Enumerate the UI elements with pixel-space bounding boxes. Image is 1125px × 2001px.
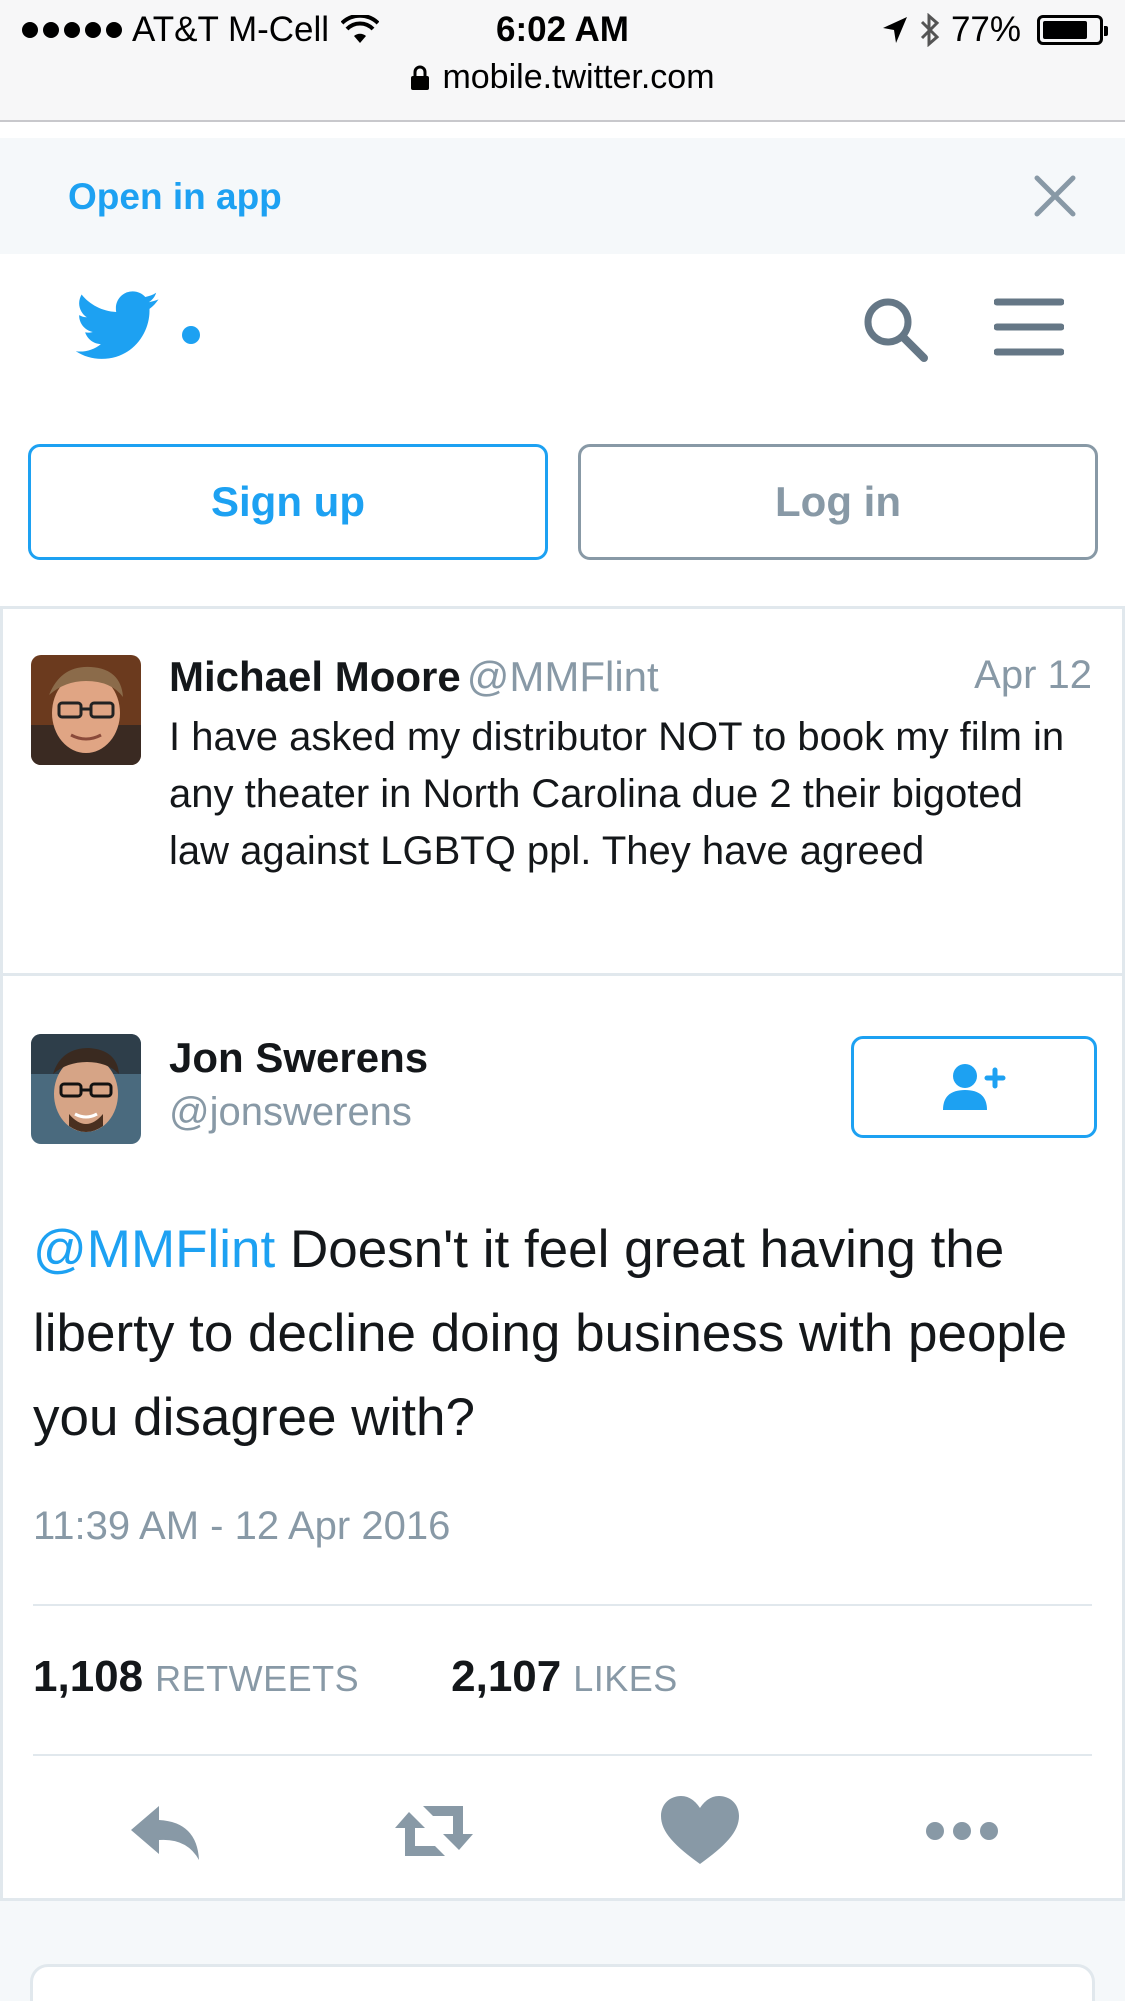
tweet-text: I have asked my distributor NOT to book …: [169, 715, 1065, 873]
avatar[interactable]: [31, 655, 141, 765]
likes-label: LIKES: [573, 1658, 678, 1699]
author-name[interactable]: Jon Swerens: [169, 1034, 428, 1082]
tweet-date[interactable]: Apr 12: [974, 653, 1092, 698]
retweet-icon[interactable]: [389, 1786, 479, 1876]
url-text: mobile.twitter.com: [442, 58, 715, 96]
author-name[interactable]: Michael Moore: [169, 653, 461, 700]
tweet-timestamp[interactable]: 11:39 AM - 12 Apr 2016: [33, 1504, 450, 1549]
notification-dot: [182, 326, 200, 344]
reply-icon[interactable]: [121, 1786, 211, 1876]
reply-composer[interactable]: [30, 1964, 1095, 2001]
avatar[interactable]: [31, 1034, 141, 1144]
follow-user-icon: [943, 1064, 1006, 1110]
twitter-bird-icon[interactable]: [76, 290, 160, 362]
main-tweet: Jon Swerens @jonswerens @MMFlint Doesn't…: [0, 976, 1125, 1901]
url-bar[interactable]: mobile.twitter.com: [0, 58, 1125, 97]
parent-tweet[interactable]: Michael Moore @MMFlint Apr 12 I have aske…: [0, 606, 1125, 976]
mention-link[interactable]: @MMFlint: [33, 1220, 275, 1279]
battery-icon: [1037, 15, 1108, 45]
menu-icon[interactable]: [994, 296, 1064, 358]
tweet-stats: 1,108 RETWEETS 2,107 LIKES: [33, 1652, 678, 1702]
divider: [0, 120, 1125, 122]
lock-icon: [411, 65, 430, 90]
battery-percent: 77%: [950, 10, 1021, 49]
likes-count: 2,107: [451, 1652, 562, 1701]
author-handle[interactable]: @MMFlint: [467, 653, 659, 700]
open-in-app-link[interactable]: Open in app: [68, 176, 282, 218]
retweets-label: RETWEETS: [155, 1658, 360, 1699]
tweet-text: @MMFlint Doesn't it feel great having th…: [33, 1208, 1093, 1460]
avatar-michael-moore: [31, 655, 141, 765]
avatar-jon-swerens: [31, 1034, 141, 1144]
follow-button[interactable]: [851, 1036, 1097, 1138]
tweet-actions: [3, 1786, 1125, 1896]
site-header: [0, 254, 1125, 444]
retweets-stat[interactable]: 1,108 RETWEETS: [33, 1652, 359, 1702]
status-right: 77%: [881, 10, 1108, 50]
divider: [33, 1604, 1092, 1606]
author-handle[interactable]: @jonswerens: [169, 1090, 412, 1135]
divider: [33, 1754, 1092, 1756]
location-arrow-icon: [882, 17, 907, 43]
search-icon[interactable]: [860, 294, 930, 364]
more-icon[interactable]: [917, 1786, 1007, 1876]
tweet-author[interactable]: Michael Moore @MMFlint: [169, 653, 659, 701]
log-in-button[interactable]: Log in: [578, 444, 1098, 560]
open-in-app-banner: Open in app: [0, 138, 1125, 254]
retweets-count: 1,108: [33, 1652, 144, 1701]
bluetooth-icon: [920, 13, 940, 47]
like-icon[interactable]: [655, 1786, 745, 1876]
status-bar: AT&T M-Cell 6:02 AM 77% mobile.twitter.c…: [0, 0, 1125, 120]
close-icon[interactable]: [1027, 168, 1083, 224]
sign-up-button[interactable]: Sign up: [28, 444, 548, 560]
likes-stat[interactable]: 2,107 LIKES: [451, 1652, 678, 1702]
